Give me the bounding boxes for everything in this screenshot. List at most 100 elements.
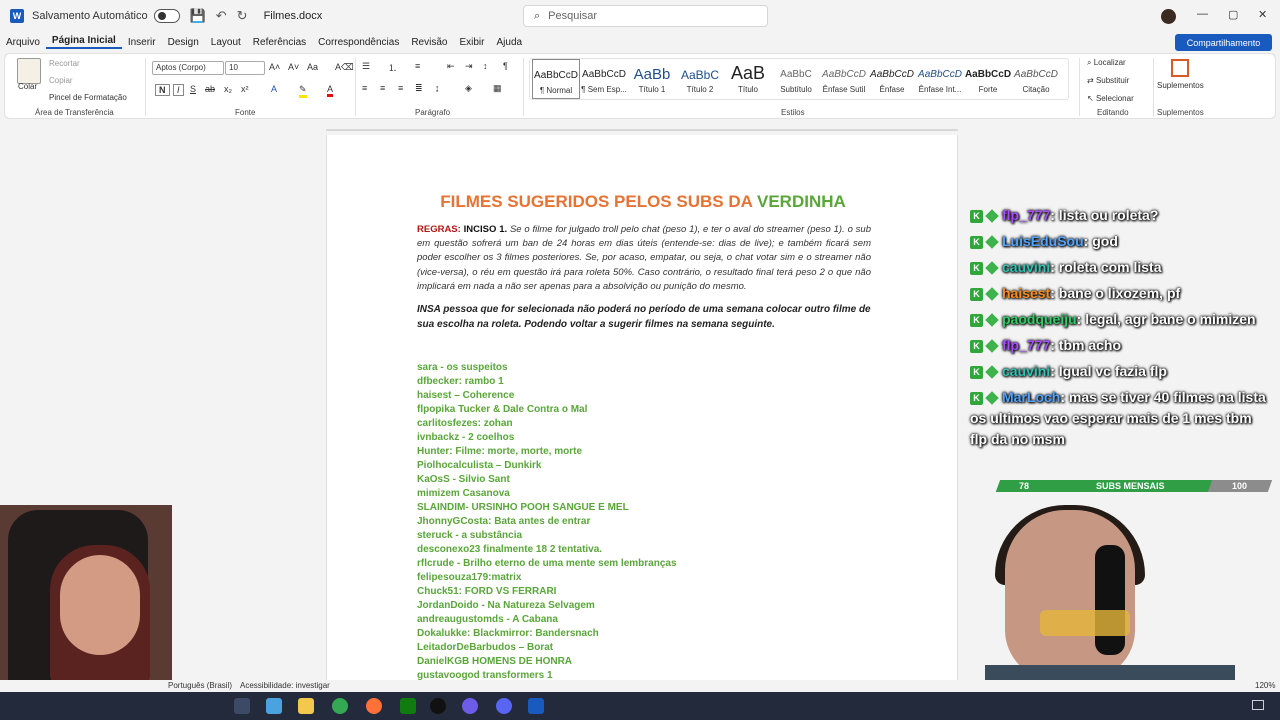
increase-indent-icon[interactable]: ⇥ xyxy=(465,61,473,72)
font-group-label: Fonte xyxy=(235,108,256,117)
accessibility-status[interactable]: Acessibilidade: investigar xyxy=(240,681,330,690)
addins-icon[interactable] xyxy=(1171,59,1189,77)
tab-layout[interactable]: Layout xyxy=(205,37,247,48)
style-subtle-emphasis[interactable]: AaBbCcD Ênfase Sutil xyxy=(820,59,868,99)
bold-icon[interactable]: N xyxy=(155,84,170,96)
movie-list-item: Hunter: Filme: morte, morte, morte xyxy=(417,446,583,457)
discord-icon[interactable] xyxy=(496,698,512,714)
tab-revisao[interactable]: Revisão xyxy=(405,37,453,48)
chat-username[interactable]: LuisEduSou xyxy=(1002,233,1084,249)
tab-design[interactable]: Design xyxy=(162,37,205,48)
zoom-level[interactable]: 120% xyxy=(1255,681,1275,690)
user-avatar[interactable] xyxy=(1161,9,1176,24)
xbox-icon[interactable] xyxy=(400,698,416,714)
replace-button[interactable]: ⇄ Substituir xyxy=(1087,76,1129,85)
movie-list-item: JhonnyGCosta: Bata antes de entrar xyxy=(417,516,591,527)
language-status[interactable]: Português (Brasil) xyxy=(168,681,232,690)
paste-icon[interactable] xyxy=(17,58,41,84)
tab-ajuda[interactable]: Ajuda xyxy=(490,37,528,48)
movie-list-item: LeitadorDeBarbudos – Borat xyxy=(417,642,554,653)
sort-icon[interactable]: ↕ xyxy=(483,61,488,71)
show-marks-icon[interactable]: ¶ xyxy=(503,61,508,71)
chrome-icon[interactable] xyxy=(332,698,348,714)
chat-username[interactable]: flp_777 xyxy=(1002,207,1050,223)
autosave-toggle[interactable] xyxy=(153,9,180,23)
tab-arquivo[interactable]: Arquivo xyxy=(0,37,46,48)
chat-username[interactable]: haisest xyxy=(1002,285,1050,301)
maximize-icon[interactable]: ▢ xyxy=(1228,8,1238,21)
tab-referencias[interactable]: Referências xyxy=(247,37,312,48)
document-page[interactable]: FILMES SUGERIDOS PELOS SUBS DA VERDINHA … xyxy=(326,135,958,680)
line-spacing-icon[interactable]: ↨ xyxy=(435,83,440,93)
document-filename[interactable]: Filmes.docx xyxy=(264,10,323,22)
strikethrough-icon[interactable]: ab xyxy=(205,84,215,94)
shrink-font-icon[interactable]: A˅ xyxy=(288,62,299,72)
chat-username[interactable]: cauvini xyxy=(1002,259,1050,275)
superscript-icon[interactable]: x² xyxy=(241,84,249,94)
task-view-icon[interactable] xyxy=(234,698,250,714)
grow-font-icon[interactable]: A˄ xyxy=(269,62,280,72)
style-intense-emphasis[interactable]: AaBbCcD Ênfase Int... xyxy=(916,59,964,99)
app-icon[interactable] xyxy=(462,698,478,714)
style-no-spacing[interactable]: AaBbCcD ¶ Sem Esp... xyxy=(580,59,628,99)
style-name: Ênfase Sutil xyxy=(822,85,866,94)
text-effects-icon[interactable]: A xyxy=(271,84,277,94)
tab-pagina-inicial[interactable]: Página Inicial xyxy=(45,35,122,49)
close-icon[interactable]: ✕ xyxy=(1258,8,1267,21)
borders-icon[interactable]: ▦ xyxy=(493,83,502,94)
justify-icon[interactable]: ≣ xyxy=(415,83,423,94)
multilevel-list-icon[interactable]: ≡ xyxy=(415,61,420,71)
align-center-icon[interactable]: ≡ xyxy=(380,83,385,93)
movie-list-item: KaOsS - Silvio Sant xyxy=(417,474,510,485)
find-button[interactable]: ⌕ Localizar xyxy=(1087,58,1126,68)
copilot-icon[interactable] xyxy=(266,698,282,714)
shading-icon[interactable]: ◈ xyxy=(465,83,472,94)
style-normal[interactable]: AaBbCcD ¶ Normal xyxy=(532,59,580,99)
style-quote[interactable]: AaBbCcD Citação xyxy=(1012,59,1060,99)
save-icon[interactable]: 💾 xyxy=(190,8,206,24)
style-heading-1[interactable]: AaBb Título 1 xyxy=(628,59,676,99)
font-color-icon[interactable]: A xyxy=(327,84,334,97)
align-left-icon[interactable]: ≡ xyxy=(362,83,367,93)
word-taskbar-icon[interactable] xyxy=(528,698,544,714)
tab-exibir[interactable]: Exibir xyxy=(453,37,490,48)
share-button[interactable]: Compartilhamento xyxy=(1175,34,1272,51)
decrease-indent-icon[interactable]: ⇤ xyxy=(447,61,455,72)
addins-button[interactable]: Suplementos xyxy=(1157,81,1204,90)
chat-username[interactable]: flp_777 xyxy=(1002,337,1050,353)
clear-format-icon[interactable]: A⌫ xyxy=(335,62,354,73)
chat-username[interactable]: cauvini xyxy=(1002,363,1050,379)
select-button[interactable]: ↖ Selecionar xyxy=(1087,94,1134,103)
cut-button[interactable]: Recortar xyxy=(49,59,80,68)
highlight-icon[interactable]: ✎ xyxy=(299,84,307,98)
tab-correspondencias[interactable]: Correspondências xyxy=(312,37,405,48)
undo-icon[interactable]: ↶ xyxy=(216,8,227,24)
style-strong[interactable]: AaBbCcD Forte xyxy=(964,59,1012,99)
bullets-icon[interactable]: ☰ xyxy=(362,61,370,72)
italic-icon[interactable]: I xyxy=(173,84,184,96)
subscript-icon[interactable]: x₂ xyxy=(224,84,232,94)
chat-username[interactable]: MarLoch xyxy=(1002,389,1060,405)
minimize-icon[interactable]: — xyxy=(1197,8,1208,20)
notifications-icon[interactable] xyxy=(1252,700,1264,710)
copy-button[interactable]: Copiar xyxy=(49,76,73,85)
firefox-icon[interactable] xyxy=(366,698,382,714)
style-subtitle[interactable]: AaBbC Subtítulo xyxy=(772,59,820,99)
underline-icon[interactable]: S xyxy=(190,84,196,94)
font-family-select[interactable]: Aptos (Corpo) xyxy=(152,61,224,75)
file-explorer-icon[interactable] xyxy=(298,698,314,714)
font-size-select[interactable]: 10 xyxy=(225,61,265,75)
chat-username[interactable]: paodqueiju xyxy=(1002,311,1077,327)
style-title[interactable]: AaB Título xyxy=(724,59,772,99)
redo-icon[interactable]: ↻ xyxy=(237,8,248,24)
style-heading-2[interactable]: AaBbC Título 2 xyxy=(676,59,724,99)
paste-button[interactable]: Colar xyxy=(18,82,37,91)
search-box[interactable]: ⌕ Pesquisar xyxy=(523,5,768,27)
format-painter-button[interactable]: Pincel de Formatação xyxy=(49,93,127,102)
obs-icon[interactable] xyxy=(430,698,446,714)
align-right-icon[interactable]: ≡ xyxy=(398,83,403,93)
change-case-icon[interactable]: Aa xyxy=(307,62,318,72)
tab-inserir[interactable]: Inserir xyxy=(122,37,162,48)
numbering-icon[interactable]: ⒈ xyxy=(388,61,397,74)
style-emphasis[interactable]: AaBbCcD Ênfase xyxy=(868,59,916,99)
